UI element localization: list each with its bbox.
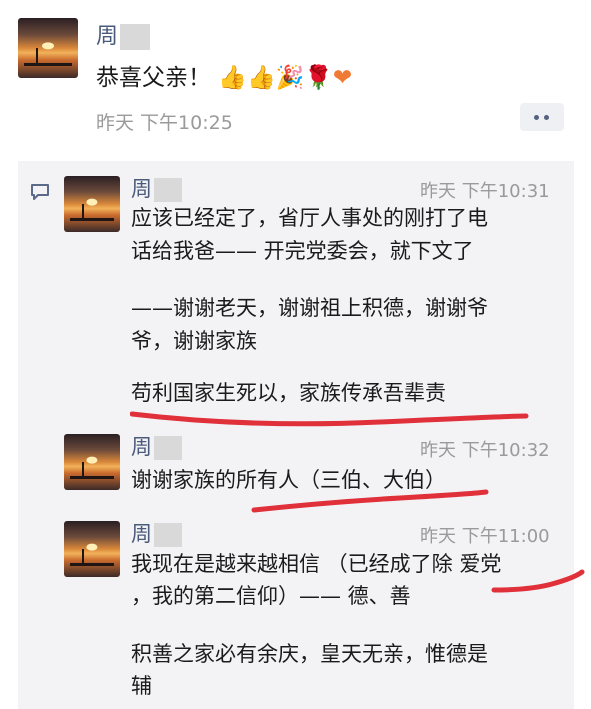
rose-icon: 🌹 [304, 65, 333, 91]
avatar[interactable] [64, 521, 120, 577]
dot-icon [544, 115, 549, 120]
comment-text-line: 爷，谢谢家族 [131, 329, 257, 353]
avatar[interactable] [18, 18, 78, 78]
post-text: 恭喜父亲！ 👍👍🎉🌹❤ [96, 65, 353, 91]
red-underline [491, 569, 585, 593]
comment-text-line: ，我的第二信仰）—— 德、善 [131, 584, 411, 608]
comment-text-line: ——谢谢老天，谢谢祖上积德，谢谢爷 [131, 296, 488, 320]
more-options-button[interactable] [520, 103, 564, 131]
comment-author-name[interactable]: 周 [131, 173, 182, 203]
comment-timestamp: 昨天 下午10:31 [420, 181, 550, 202]
comment-text-line: 积善之家必有余庆，皇天无亲，惟德是 [131, 642, 488, 666]
comment-author-name[interactable]: 周 [131, 431, 182, 461]
post-author-name[interactable]: 周 [96, 18, 151, 50]
avatar[interactable] [64, 176, 120, 232]
thumbs-up-icon: 👍 [246, 65, 276, 91]
comment-icon [31, 184, 49, 200]
comment-timestamp: 昨天 下午10:32 [420, 440, 550, 461]
comment-author-name[interactable]: 周 [131, 518, 182, 548]
comment-timestamp: 昨天 下午11:00 [420, 526, 550, 547]
comment-text-line: 应该已经定了，省厅人事处的刚打了电 [131, 206, 488, 230]
red-underline [251, 489, 489, 513]
red-underline [130, 411, 529, 427]
comment-text-line: 话给我爸—— 开完党委会，就下文了 [131, 239, 474, 263]
thumbs-up-icon: 👍 [218, 65, 247, 91]
comment-text-line: 我现在是越来越相信 （已经成了除 爱党 [131, 552, 502, 576]
dot-icon [534, 115, 539, 120]
heart-icon: ❤ [332, 65, 353, 91]
comment-text-line: 辅 [131, 674, 152, 698]
post-timestamp: 昨天 下午10:25 [96, 112, 233, 134]
avatar[interactable] [64, 434, 120, 490]
party-popper-icon: 🎉 [275, 65, 305, 91]
